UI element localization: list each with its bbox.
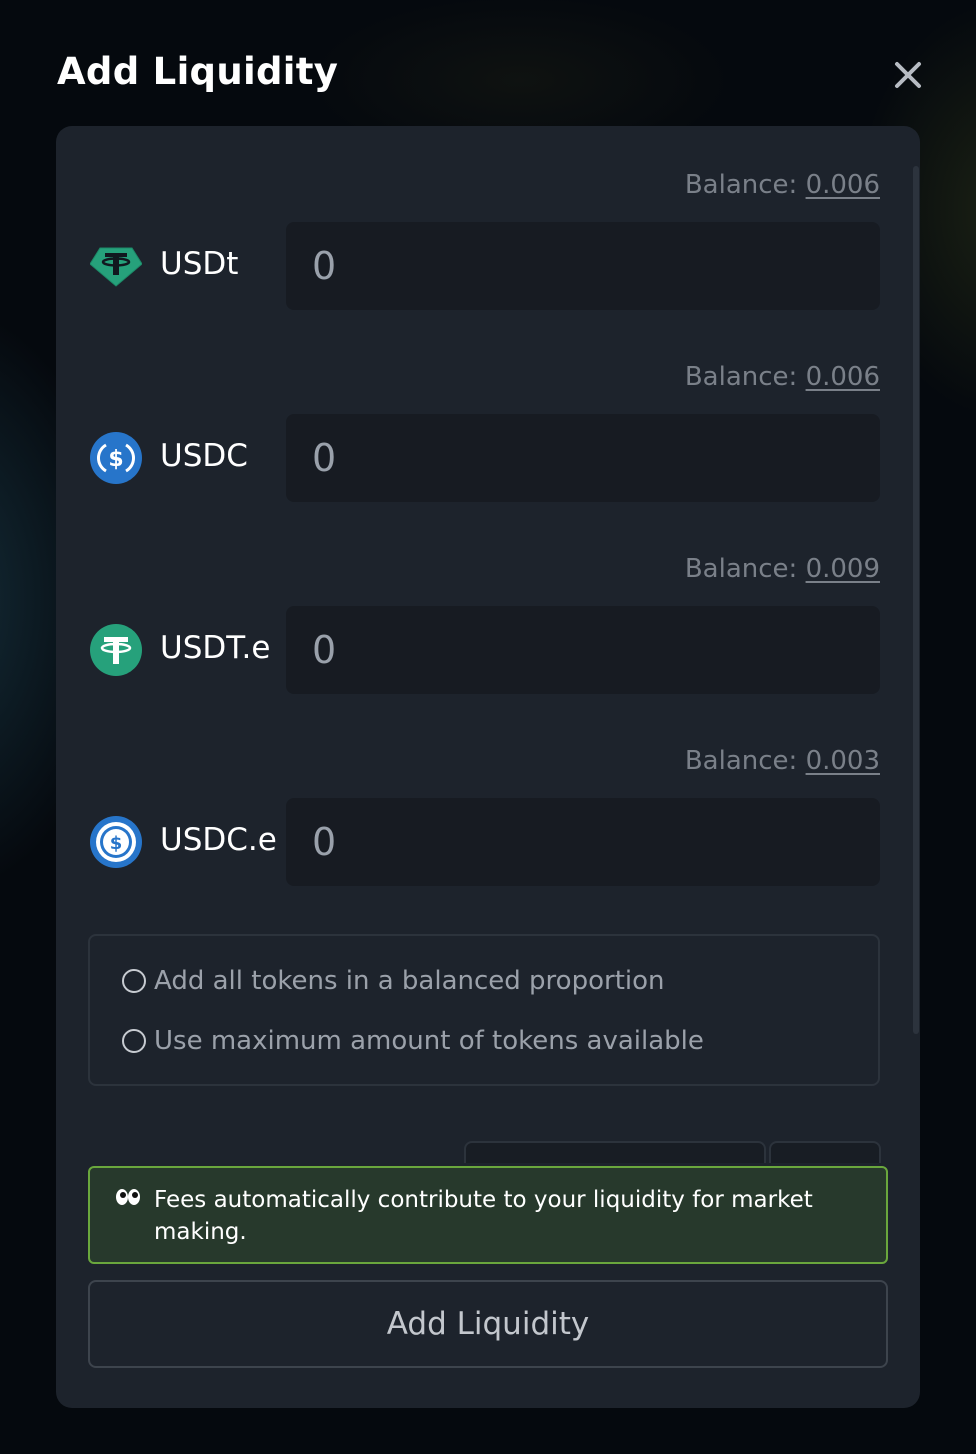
- token-symbol: USDT.e: [160, 630, 271, 666]
- balance-label: Balance:: [684, 746, 798, 776]
- token-row-usdc-e: Balance: 0.003 $ USDC.e: [56, 746, 896, 906]
- scrollbar-thumb[interactable]: [913, 166, 919, 1034]
- balance-label: Balance:: [684, 362, 798, 392]
- usdc-icon: $: [90, 432, 142, 484]
- info-text: Fees automatically contribute to your li…: [154, 1187, 813, 1245]
- info-banner: Fees automatically contribute to your li…: [88, 1166, 888, 1264]
- amount-input-usdt-e[interactable]: [286, 606, 880, 694]
- token-symbol: USDC.e: [160, 822, 277, 858]
- token-row-usdc: Balance: 0.006 $ USDC: [56, 362, 896, 522]
- usdc-bridged-icon: $: [90, 816, 142, 868]
- hidden-control: [769, 1141, 881, 1163]
- balance-text: Balance: 0.006: [685, 362, 880, 392]
- option-balanced-proportion[interactable]: Add all tokens in a balanced proportion: [122, 966, 665, 996]
- add-liquidity-card: Balance: 0.006 USDt Balance: 0.006 $ USD…: [56, 126, 920, 1408]
- token-row-usdt-e: Balance: 0.009 USDT.e: [56, 554, 896, 714]
- balance-value[interactable]: 0.009: [806, 554, 880, 584]
- tether-diamond-icon: [90, 247, 142, 287]
- modal-title: Add Liquidity: [57, 50, 339, 93]
- radio-button[interactable]: [122, 969, 146, 993]
- eyes-icon: [116, 1189, 140, 1205]
- svg-text:$: $: [110, 833, 123, 854]
- close-icon: [895, 62, 921, 88]
- add-liquidity-button[interactable]: Add Liquidity: [88, 1280, 888, 1368]
- balance-label: Balance:: [684, 170, 798, 200]
- option-label: Use maximum amount of tokens available: [154, 1026, 704, 1056]
- svg-text:$: $: [108, 447, 123, 472]
- amount-input-usdt[interactable]: [286, 222, 880, 310]
- balance-value[interactable]: 0.006: [806, 362, 880, 392]
- token-row-usdt: Balance: 0.006 USDt: [56, 170, 896, 330]
- amount-input-usdc-e[interactable]: [286, 798, 880, 886]
- balance-label: Balance:: [684, 554, 798, 584]
- balance-value[interactable]: 0.006: [806, 170, 880, 200]
- amount-input-usdc[interactable]: [286, 414, 880, 502]
- balance-text: Balance: 0.006: [685, 170, 880, 200]
- close-button[interactable]: [888, 55, 928, 95]
- hidden-control: [464, 1141, 766, 1163]
- token-symbol: USDt: [160, 246, 239, 282]
- balance-text: Balance: 0.003: [685, 746, 880, 776]
- tether-icon: [90, 624, 142, 676]
- option-maximum-amount[interactable]: Use maximum amount of tokens available: [122, 1026, 704, 1056]
- deposit-mode-options: Add all tokens in a balanced proportion …: [88, 934, 880, 1086]
- option-label: Add all tokens in a balanced proportion: [154, 966, 665, 996]
- token-symbol: USDC: [160, 438, 248, 474]
- scrollbar[interactable]: [913, 166, 919, 1034]
- radio-button[interactable]: [122, 1029, 146, 1053]
- balance-text: Balance: 0.009: [685, 554, 880, 584]
- balance-value[interactable]: 0.003: [806, 746, 880, 776]
